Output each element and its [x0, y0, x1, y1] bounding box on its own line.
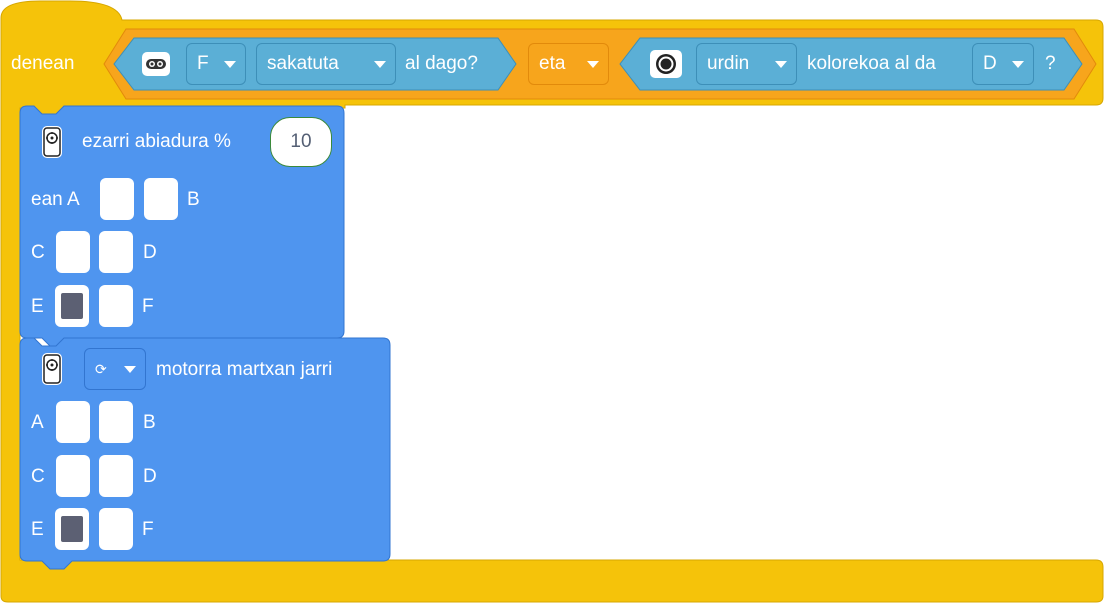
port-toggle-d[interactable]	[99, 455, 133, 497]
port-toggle-c[interactable]	[56, 455, 90, 497]
port-toggle-e[interactable]	[55, 508, 89, 550]
port-toggle-b[interactable]	[99, 401, 133, 443]
rotate-clockwise-icon: ⟳	[95, 361, 107, 377]
port-label-c: C	[31, 466, 45, 487]
motor-icon	[42, 353, 62, 385]
port-label-d: D	[143, 466, 157, 487]
direction-dropdown[interactable]: ⟳	[84, 348, 146, 390]
start-motor-block[interactable]	[0, 0, 1104, 603]
port-label-e: E	[31, 519, 44, 540]
port-toggle-a[interactable]	[56, 401, 90, 443]
chevron-down-icon	[124, 366, 136, 373]
port-label-a: A	[31, 412, 44, 433]
port-label-f: F	[142, 519, 154, 540]
port-label-b: B	[143, 412, 156, 433]
start-motor-label: motorra martxan jarri	[156, 359, 333, 380]
port-toggle-f[interactable]	[99, 508, 133, 550]
